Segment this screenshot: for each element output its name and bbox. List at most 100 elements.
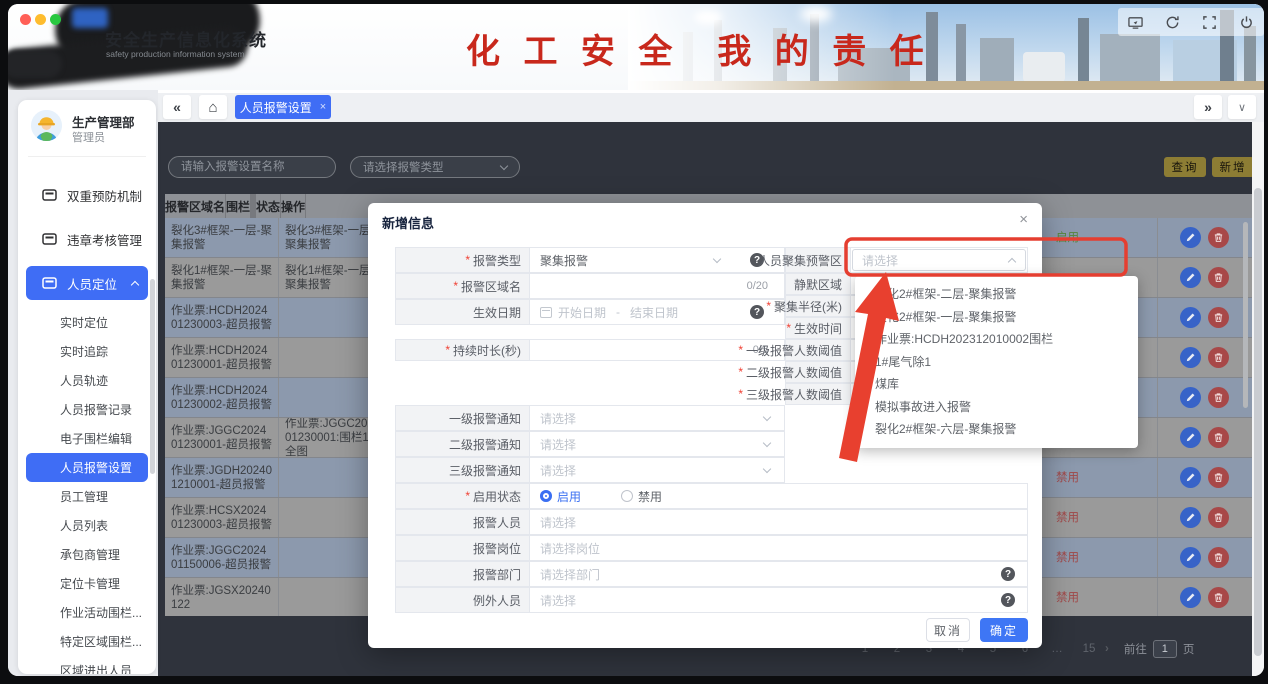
sidebar-group-item[interactable]: 违章考核管理 [26,222,148,256]
delete-button[interactable] [1208,587,1229,608]
cell-operations [1158,298,1251,337]
screencast-icon[interactable] [1128,15,1143,30]
delete-button[interactable] [1208,467,1229,488]
expand-button[interactable]: » [1194,95,1222,119]
sidebar-group-item[interactable]: 双重预防机制 [26,178,148,212]
delete-button[interactable] [1208,267,1229,288]
query-button[interactable]: 查询 [1164,157,1206,177]
date-separator: - [616,305,620,319]
alarm-type-select[interactable]: 请选择报警类型 [350,156,520,178]
edit-button[interactable] [1180,587,1201,608]
tab-personnel-alarm-settings[interactable]: 人员报警设置 × [235,95,331,119]
alarm-dept-select[interactable]: 请选择部门 [530,561,1028,587]
sidebar-submenu-item[interactable]: 区域进出人员 [26,656,148,674]
table-scrollbar[interactable] [1243,222,1248,408]
edit-button[interactable] [1180,507,1201,528]
tab-bar: « ⌂ 人员报警设置 × » ∨ [158,93,1264,122]
exception-person-select[interactable]: 请选择 [530,587,1028,613]
search-input[interactable] [168,156,336,178]
silent-area-label: 静默区域 [785,273,851,295]
tab-menu-chevron[interactable]: ∨ [1228,95,1256,119]
placeholder: 请选择 [540,410,576,427]
refresh-icon[interactable] [1165,15,1180,30]
dropdown-option[interactable]: 裂化2#框架-六层-聚集报警 [855,418,1138,441]
edit-button[interactable] [1180,347,1201,368]
help-icon[interactable] [1001,593,1015,607]
help-icon[interactable] [1001,567,1015,581]
radio-enabled[interactable] [540,490,552,502]
sidebar-submenu-item[interactable]: 人员列表 [26,511,148,540]
sidebar-submenu-item[interactable]: 人员报警记录 [26,395,148,424]
edit-button[interactable] [1180,307,1201,328]
cell-alarm-area: 裂化3#框架-一层-聚集报警 [165,218,279,257]
delete-button[interactable] [1208,427,1229,448]
dropdown-option[interactable]: 裂化2#框架-一层-聚集报警 [855,306,1138,329]
char-counter: 0/20 [747,280,768,292]
cell-status: 启用 [1040,218,1158,257]
delete-button[interactable] [1208,347,1229,368]
edit-button[interactable] [1180,467,1201,488]
sidebar-submenu-item[interactable]: 人员轨迹 [26,366,148,395]
notify3-select[interactable]: 请选择 [530,457,785,483]
goto-page-input[interactable] [1153,640,1177,658]
delete-button[interactable] [1208,547,1229,568]
next-page-button[interactable]: › [1105,643,1109,655]
confirm-button[interactable]: 确定 [980,618,1028,642]
table-header-cell: 状态 [256,194,281,218]
dropdown-option[interactable]: 裂化2#框架-二层-聚集报警 [855,283,1138,306]
delete-button[interactable] [1208,227,1229,248]
fullscreen-icon[interactable] [1202,15,1217,30]
sidebar-group-item[interactable]: 人员定位 [26,266,148,300]
delete-button[interactable] [1208,387,1229,408]
delete-button[interactable] [1208,507,1229,528]
alarm-post-select[interactable]: 请选择岗位 [530,535,1028,561]
notify1-select[interactable]: 请选择 [530,405,785,431]
dropdown-option[interactable]: 作业票:HCDH202312010002围栏 [855,328,1138,351]
submenu-label: 承包商管理 [60,546,120,563]
sidebar-scrollbar[interactable] [150,279,155,474]
page-scrollbar-thumb[interactable] [1254,188,1262,656]
sidebar-submenu-item[interactable]: 员工管理 [26,482,148,511]
dropdown-option[interactable]: 模拟事故进入报警 [855,396,1138,419]
window-zoom-dot[interactable] [50,14,61,25]
help-icon[interactable] [750,305,764,319]
edit-button[interactable] [1180,387,1201,408]
modal-close-icon[interactable]: × [1019,211,1028,228]
edit-button[interactable] [1180,267,1201,288]
warnzone-select[interactable]: 请选择 [851,247,1028,273]
modal-title: 新增信息 [382,213,434,232]
dropdown-option[interactable]: 1#尾气除1 [855,351,1138,374]
area-name-input[interactable]: 0/20 [530,273,785,299]
notify2-select[interactable]: 请选择 [530,431,785,457]
alarm-person-select[interactable]: 请选择 [530,509,1028,535]
window-minimize-dot[interactable] [35,14,46,25]
page-number[interactable]: 15 [1082,643,1096,655]
placeholder: 请选择 [540,462,576,479]
sidebar-submenu-item[interactable]: 特定区域围栏... [26,627,148,656]
collapse-sidebar-button[interactable]: « [163,95,191,119]
alarm-type-field[interactable]: 聚集报警 [530,247,785,273]
radio-disabled[interactable] [621,490,633,502]
window-close-dot[interactable] [20,14,31,25]
sidebar-submenu-item[interactable]: 承包商管理 [26,540,148,569]
cancel-button[interactable]: 取消 [926,618,970,642]
home-icon[interactable]: ⌂ [199,95,227,119]
sidebar-submenu-item[interactable]: 实时追踪 [26,337,148,366]
edit-button[interactable] [1180,547,1201,568]
tab-close-icon[interactable]: × [320,101,326,113]
sidebar-submenu-item[interactable]: 定位卡管理 [26,569,148,598]
date-range-picker[interactable]: 开始日期 - 结束日期 [530,299,785,325]
edit-button[interactable] [1180,227,1201,248]
sidebar-submenu-item[interactable]: 电子围栏编辑 [26,424,148,453]
notify1-label: 一级报警通知 [395,405,530,431]
group-label: 违章考核管理 [67,230,142,249]
edit-button[interactable] [1180,427,1201,448]
add-button[interactable]: 新增 [1212,157,1252,177]
sidebar-submenu-item[interactable]: 人员报警设置 [26,453,148,482]
page-number[interactable]: … [1050,643,1064,655]
power-icon[interactable] [1239,15,1254,30]
delete-button[interactable] [1208,307,1229,328]
dropdown-option[interactable]: 煤库 [855,373,1138,396]
sidebar-submenu-item[interactable]: 作业活动围栏... [26,598,148,627]
sidebar-submenu-item[interactable]: 实时定位 [26,308,148,337]
